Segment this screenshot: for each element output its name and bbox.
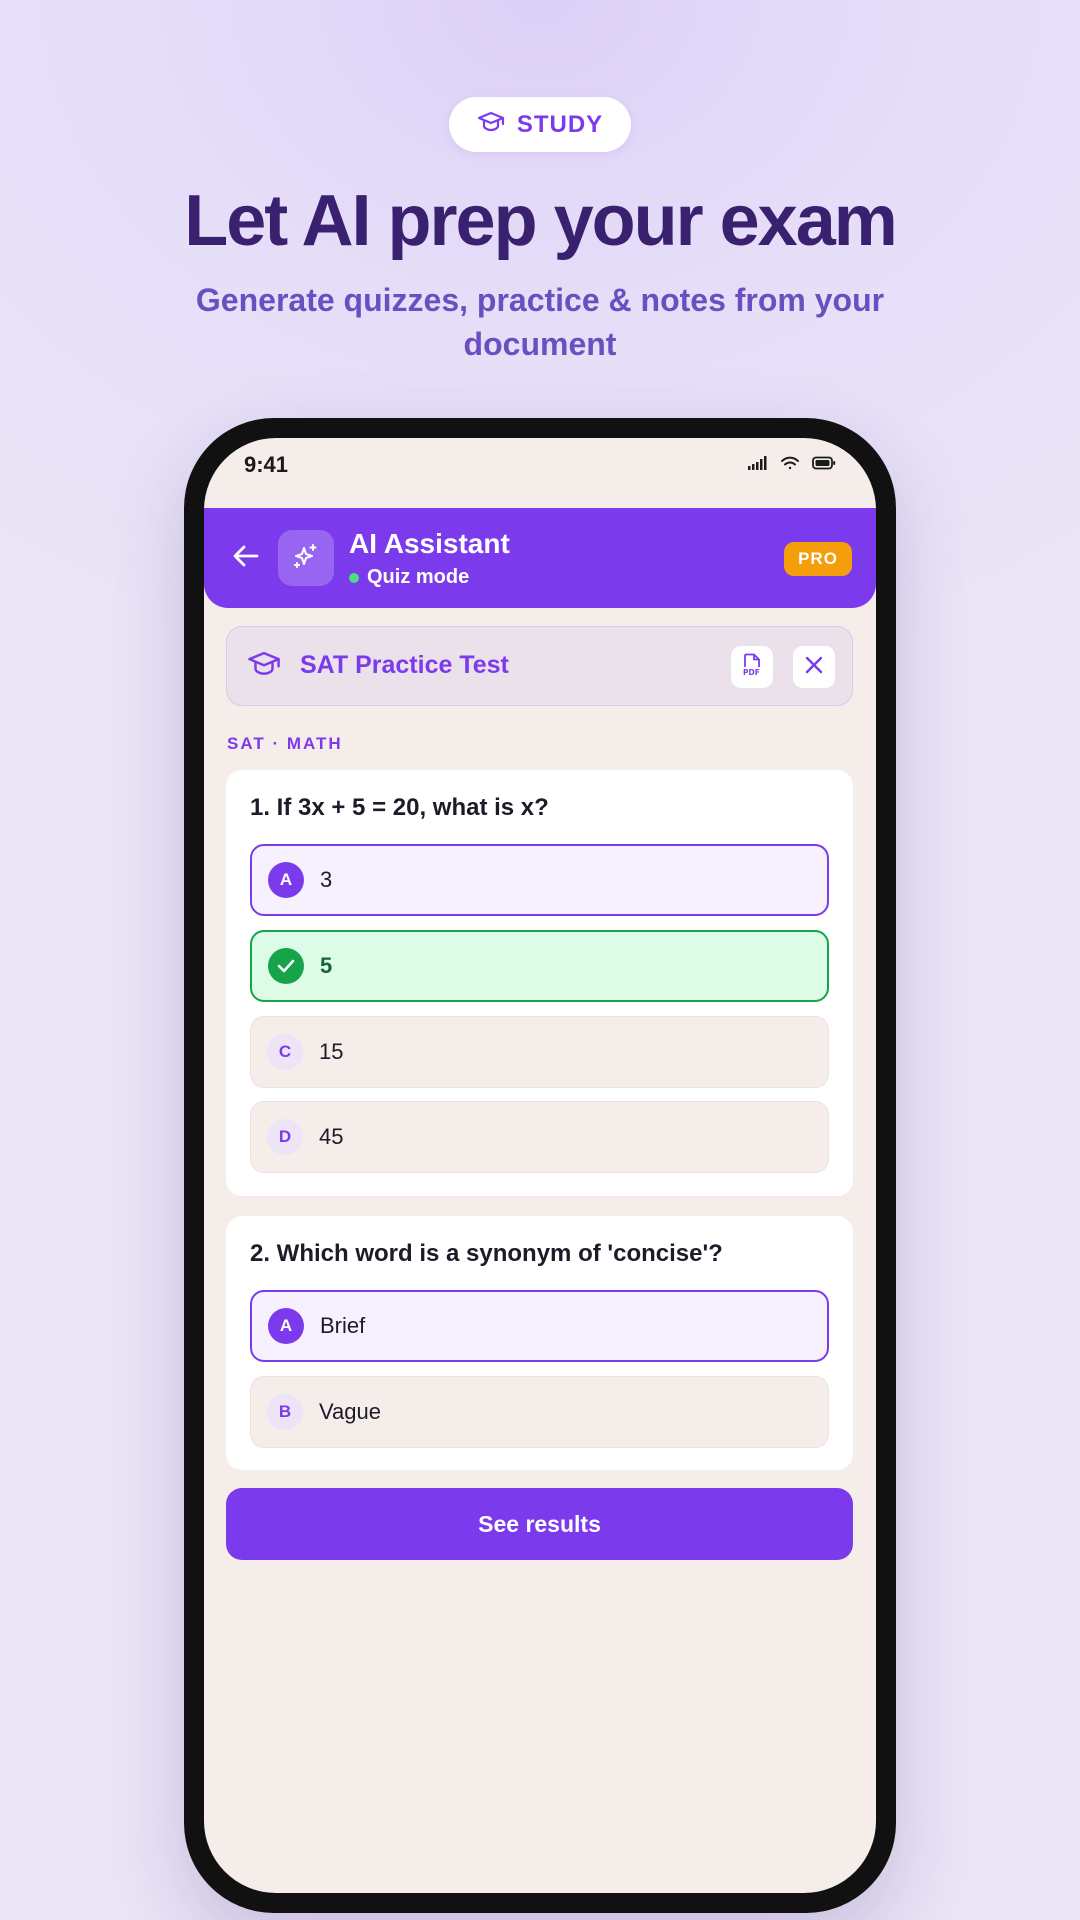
option-letter: D <box>267 1119 303 1155</box>
answer-option-c[interactable]: C 15 <box>250 1016 829 1088</box>
status-bar: 9:41 <box>204 438 876 508</box>
option-label: Vague <box>319 1399 381 1424</box>
option-letter: B <box>267 1394 303 1430</box>
signal-icon <box>748 456 768 475</box>
option-letter: A <box>268 862 304 898</box>
answer-option-a[interactable]: A Brief <box>250 1290 829 1362</box>
phone-frame: 9:41 AI Assistant Quiz mode PRO SAT Prac… <box>184 418 896 1913</box>
answer-option-d[interactable]: D 45 <box>250 1101 829 1173</box>
back-button[interactable] <box>228 540 264 576</box>
option-letter: A <box>268 1308 304 1344</box>
phone-screen: 9:41 AI Assistant Quiz mode PRO SAT Prac… <box>204 438 876 1893</box>
option-label: 45 <box>319 1124 344 1149</box>
question-card-1: 1. If 3x + 5 = 20, what is x? A 3 5 C 15… <box>226 770 853 1196</box>
option-label: 3 <box>320 867 333 892</box>
question-text: 1. If 3x + 5 = 20, what is x? <box>250 794 549 821</box>
study-badge: STUDY <box>449 97 631 152</box>
svg-text:PDF: PDF <box>743 668 760 677</box>
assistant-avatar <box>278 530 334 586</box>
status-icons <box>748 456 836 475</box>
promo-headline: Let AI prep your exam <box>184 181 898 261</box>
close-icon <box>805 656 823 679</box>
pro-badge: PRO <box>784 542 852 576</box>
wifi-icon <box>780 456 800 475</box>
check-icon <box>268 948 304 984</box>
pdf-file-icon: PDF <box>741 653 763 682</box>
option-letter: C <box>267 1034 303 1070</box>
graduation-cap-icon <box>477 110 505 139</box>
answer-option-a[interactable]: A 3 <box>250 844 829 916</box>
option-label: 15 <box>319 1039 344 1064</box>
see-results-button[interactable]: See results <box>226 1488 853 1560</box>
online-status-dot <box>349 572 359 583</box>
answer-option-b[interactable]: B Vague <box>250 1376 829 1448</box>
assistant-title: AI Assistant <box>349 528 510 559</box>
document-name: SAT Practice Test <box>300 651 509 679</box>
pdf-button[interactable]: PDF <box>731 646 773 688</box>
question-card-2: 2. Which word is a synonym of 'concise'?… <box>226 1216 853 1470</box>
arrow-left-icon <box>233 545 259 572</box>
assistant-mode-label: Quiz mode <box>367 566 470 588</box>
answer-option-b[interactable]: 5 <box>250 930 829 1002</box>
study-badge-label: STUDY <box>516 110 604 138</box>
option-label: 5 <box>320 953 333 978</box>
section-label: SAT · MATH <box>227 734 343 753</box>
battery-icon <box>812 456 836 475</box>
document-bar: SAT Practice Test PDF <box>226 626 853 706</box>
option-label: Brief <box>320 1313 366 1338</box>
app-header: AI Assistant Quiz mode PRO <box>204 508 876 608</box>
question-text: 2. Which word is a synonym of 'concise'? <box>250 1240 723 1267</box>
assistant-mode: Quiz mode <box>349 566 469 589</box>
sparkle-icon <box>292 542 320 575</box>
graduation-cap-icon <box>247 649 281 684</box>
promo-subheadline: Generate quizzes, practice & notes from … <box>195 282 885 362</box>
status-time: 9:41 <box>244 452 289 477</box>
close-document-button[interactable] <box>793 646 835 688</box>
